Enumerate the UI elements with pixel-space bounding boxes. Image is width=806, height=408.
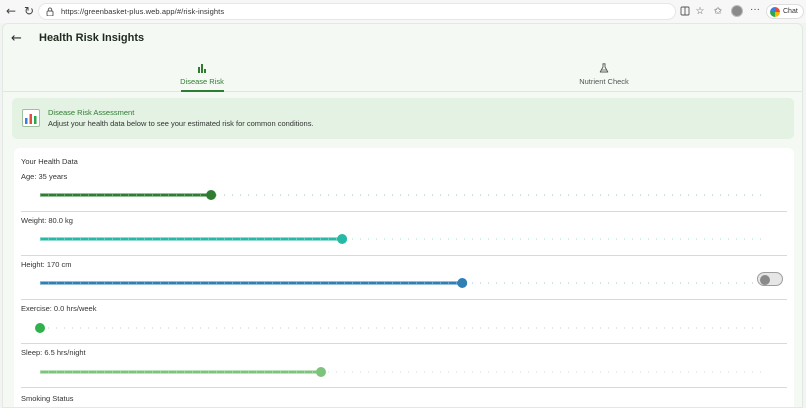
app-header: ← Health Risk Insights — [3, 24, 802, 62]
exercise-field: Exercise: 0.0 hrs/week — [14, 304, 794, 348]
reader-view-icon[interactable] — [679, 5, 691, 17]
slider-track-svg — [40, 234, 768, 244]
height-field: Height: 170 cm — [14, 260, 794, 304]
bar-chart-icon — [197, 62, 207, 74]
sleep-slider[interactable] — [34, 365, 774, 377]
slider-thumb[interactable] — [457, 278, 468, 288]
health-data-card: Your Health Data Age: 35 years Weight: 8… — [14, 148, 794, 407]
more-options-icon[interactable]: ··· — [750, 4, 760, 15]
risk-assessment-banner: Disease Risk Assessment Adjust your heal… — [12, 98, 794, 139]
slider-track-svg — [40, 190, 768, 200]
tab-bar: Disease Risk Nutrient Check — [3, 62, 802, 92]
page-title: Health Risk Insights — [39, 32, 145, 44]
weight-field: Weight: 80.0 kg — [14, 216, 794, 260]
slider-thumb[interactable] — [316, 367, 327, 377]
slider-thumb[interactable] — [206, 190, 217, 200]
divider — [21, 211, 787, 212]
age-label: Age: 35 years — [21, 172, 68, 181]
chat-label: Chat — [783, 8, 798, 15]
slider-track-svg — [35, 323, 768, 333]
back-arrow-icon[interactable]: ← — [11, 31, 22, 46]
profile-avatar[interactable] — [731, 5, 743, 17]
toggle-knob — [760, 275, 770, 285]
exercise-slider[interactable] — [34, 321, 774, 333]
height-label: Height: 170 cm — [21, 260, 72, 269]
slider-track-svg — [40, 367, 768, 377]
height-slider[interactable] — [34, 276, 774, 288]
age-slider[interactable] — [34, 188, 774, 200]
chat-button[interactable]: Chat — [766, 4, 804, 19]
tab-nutrient-check[interactable]: Nutrient Check — [544, 62, 664, 92]
smoking-toggle[interactable] — [757, 272, 783, 286]
sleep-field: Sleep: 6.5 hrs/night — [14, 348, 794, 392]
app-window: ← Health Risk Insights Disease Risk Nutr… — [2, 23, 803, 408]
health-data-title: Your Health Data — [21, 157, 78, 166]
slider-thumb[interactable] — [35, 323, 45, 333]
divider — [21, 387, 787, 388]
divider — [21, 343, 787, 344]
slider-track-svg — [40, 278, 768, 288]
divider — [21, 255, 787, 256]
weight-label: Weight: 80.0 kg — [21, 216, 73, 225]
chart-icon — [22, 109, 40, 127]
tab-label-nutrient-check: Nutrient Check — [579, 77, 629, 86]
address-bar[interactable]: https://greenbasket-plus.web.app/#/risk-… — [38, 3, 676, 20]
lock-icon — [46, 7, 55, 16]
copilot-icon — [770, 6, 780, 17]
flask-icon — [599, 62, 609, 74]
active-tab-indicator — [181, 90, 224, 92]
slider-thumb[interactable] — [337, 234, 348, 244]
favorites-icon[interactable]: ✩ — [712, 5, 724, 17]
weight-slider[interactable] — [34, 232, 774, 244]
sleep-label: Sleep: 6.5 hrs/night — [21, 348, 86, 357]
tab-disease-risk[interactable]: Disease Risk — [142, 62, 262, 92]
refresh-icon[interactable]: ↻ — [22, 4, 36, 18]
smoking-status-label: Smoking Status — [21, 394, 74, 403]
favorite-star-icon[interactable]: ☆ — [694, 5, 706, 17]
banner-description: Adjust your health data below to see you… — [48, 119, 314, 128]
exercise-label: Exercise: 0.0 hrs/week — [21, 304, 97, 313]
divider — [21, 299, 787, 300]
age-field: Age: 35 years — [14, 172, 794, 216]
back-icon[interactable]: ← — [4, 4, 18, 18]
url-text: https://greenbasket-plus.web.app/#/risk-… — [61, 7, 225, 16]
banner-title: Disease Risk Assessment — [48, 108, 135, 117]
tab-label-disease-risk: Disease Risk — [180, 77, 224, 86]
browser-toolbar: ← ↻ https://greenbasket-plus.web.app/#/r… — [0, 0, 806, 23]
